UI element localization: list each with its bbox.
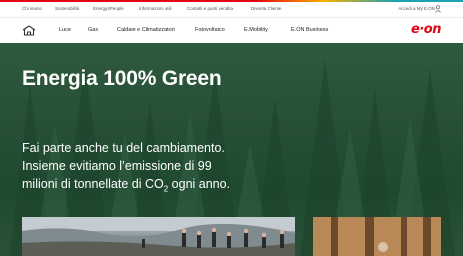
nav-gas[interactable]: Gas xyxy=(88,27,98,33)
hero-banner: Energia 100% Green Fai parte anche tu de… xyxy=(0,43,463,256)
nav-luce[interactable]: Luce xyxy=(59,27,71,33)
main-navigation: Luce Gas Caldaie e Climatizzatori Fotovo… xyxy=(0,18,463,43)
toplink-informazioni-utili[interactable]: Informazioni utili xyxy=(139,6,172,11)
card-forest[interactable] xyxy=(313,217,441,256)
hero-text-line-3-start: milioni di tonnellate di CO xyxy=(22,177,164,191)
people-outdoors-photo xyxy=(22,217,295,256)
hero-text-line-1: Fai parte anche tu del cambiamento. xyxy=(22,141,225,155)
eon-logo[interactable]: e·on xyxy=(411,22,441,37)
nav-emobility[interactable]: E.Mobility xyxy=(244,27,268,33)
toplink-sostenibilita[interactable]: Sostenibilità xyxy=(55,6,79,11)
toplink-contatti[interactable]: Contatti e punti vendita xyxy=(187,6,233,11)
hero-title: Energia 100% Green xyxy=(22,67,222,90)
card-people-outdoors[interactable] xyxy=(22,217,295,256)
nav-caldaie[interactable]: Caldaie e Climatizzatori xyxy=(117,27,175,33)
nav-fotovoltaico[interactable]: Fotovoltaico xyxy=(195,27,225,33)
user-icon[interactable] xyxy=(435,5,441,13)
toplink-diventa-cliente[interactable]: Diventa Cliente xyxy=(251,6,282,11)
nav-eon-business[interactable]: E.ON Business xyxy=(291,27,328,33)
toplink-chi-siamo[interactable]: Chi siamo xyxy=(22,6,42,11)
hero-text-line-3-end: ogni anno. xyxy=(168,177,231,191)
toplink-energy4people[interactable]: Energy4People xyxy=(93,6,124,11)
forest-photo xyxy=(313,217,441,256)
account-link[interactable]: Accedi a My E.ON xyxy=(398,6,435,11)
hero-text-line-3: milioni di tonnellate di CO2 ogni anno. xyxy=(22,177,230,194)
home-icon[interactable] xyxy=(22,25,36,36)
top-utility-bar: Chi siamo Sostenibilità Energy4People In… xyxy=(0,2,463,18)
hero-text-line-2: Insieme evitiamo l’emissione di 99 xyxy=(22,159,212,173)
